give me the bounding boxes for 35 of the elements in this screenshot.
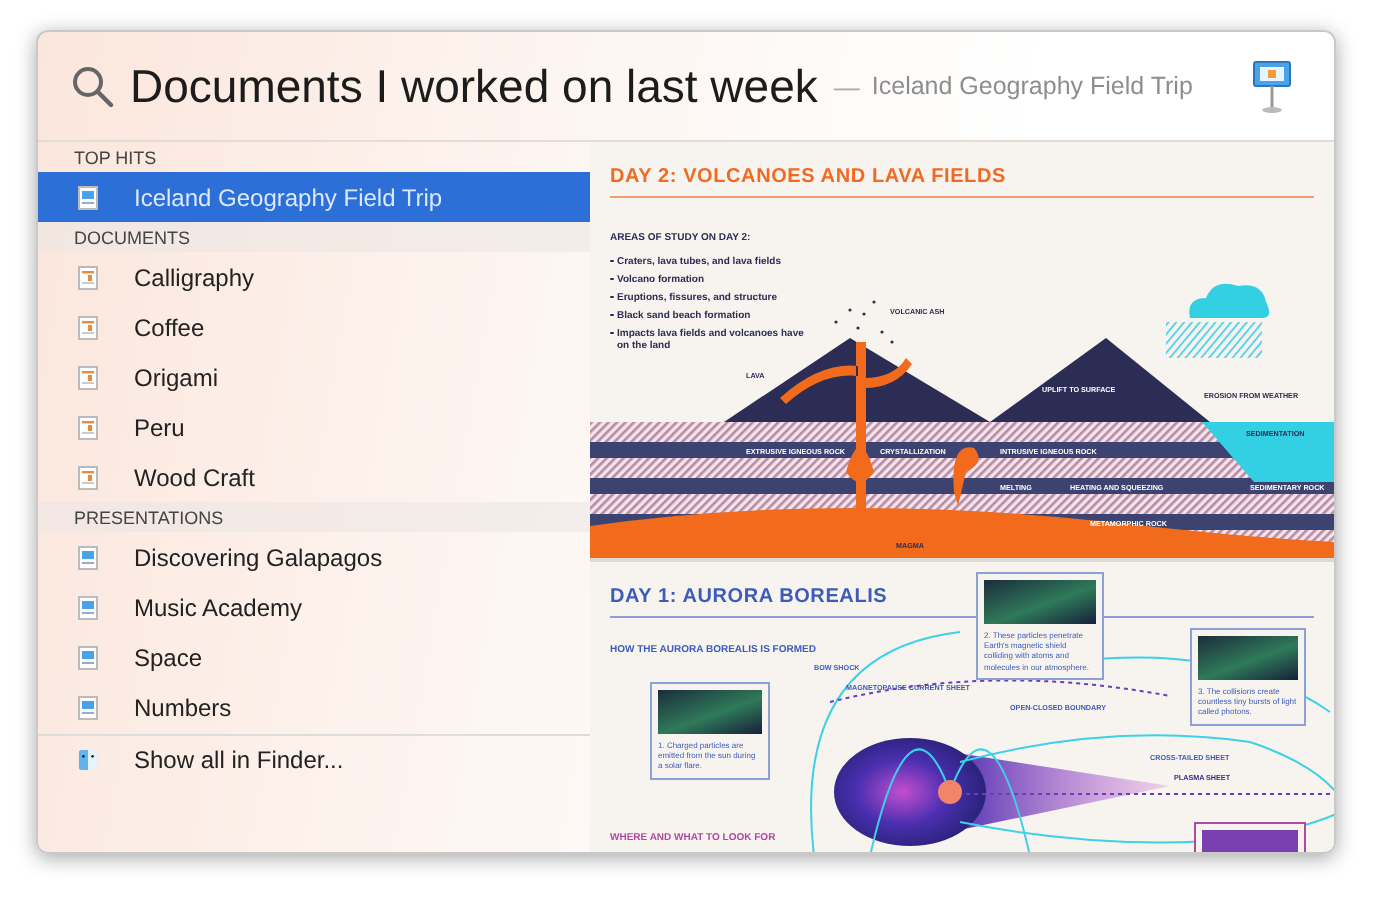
document-file-icon [78, 265, 98, 289]
result-item[interactable]: Coffee [38, 302, 590, 352]
presentation-file-icon [78, 185, 98, 209]
result-item[interactable]: Calligraphy [38, 252, 590, 302]
slide-title: DAY 1: AURORA BOREALIS [610, 586, 888, 608]
presentation-app-icon [1250, 58, 1294, 114]
presentation-file-icon [78, 595, 98, 619]
photo-placeholder [658, 690, 762, 734]
presentation-file-icon [78, 695, 98, 719]
photo-placeholder [1198, 636, 1298, 680]
finder-icon [78, 748, 98, 772]
presentation-file-icon [78, 645, 98, 669]
section-header: PRESENTATIONS [38, 502, 590, 532]
result-item[interactable]: Numbers [38, 682, 590, 732]
document-file-icon [78, 465, 98, 489]
result-item[interactable]: Space [38, 632, 590, 682]
result-item[interactable]: Origami [38, 352, 590, 402]
photo-placeholder [984, 580, 1096, 624]
document-file-icon [78, 315, 98, 339]
result-item[interactable]: Peru [38, 402, 590, 452]
document-file-icon [78, 415, 98, 439]
separator-dash: — [833, 71, 860, 101]
result-item[interactable]: Discovering Galapagos [38, 532, 590, 582]
suggestion-text: Iceland Geography Field Trip [871, 72, 1195, 100]
section-header: TOP HITS [72, 146, 159, 172]
slide-title: DAY 2: VOLCANOES AND LAVA FIELDS [610, 166, 1006, 188]
section-header: DOCUMENTS [38, 222, 590, 252]
search-icon [70, 64, 114, 108]
result-item[interactable]: Music Academy [38, 582, 590, 632]
search-field[interactable]: Documents I worked on last week [130, 59, 818, 113]
presentation-file-icon [78, 545, 98, 569]
result-item[interactable]: Wood Craft [38, 452, 590, 502]
result-item[interactable]: Iceland Geography Field Trip [38, 172, 590, 222]
show-in-finder-link[interactable]: Show all in Finder... [38, 734, 590, 784]
document-file-icon [78, 365, 98, 389]
